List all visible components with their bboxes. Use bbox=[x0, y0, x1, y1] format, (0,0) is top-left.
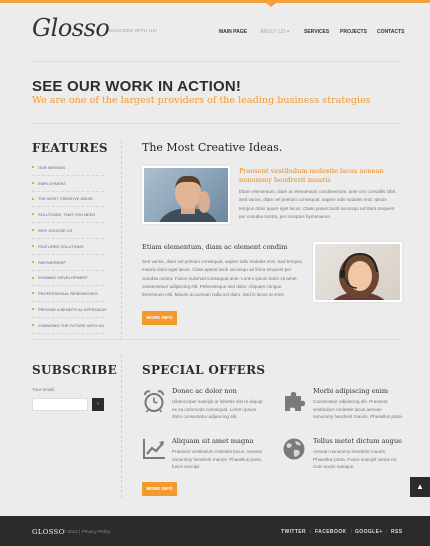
hero-divider bbox=[32, 123, 400, 124]
hero-title: SEE OUR WORK IN ACTION! bbox=[32, 78, 242, 95]
businessman-photo bbox=[142, 166, 230, 224]
nav-projects[interactable]: PROJECTS bbox=[340, 29, 367, 35]
footer-twitter-link[interactable]: TWITTER bbox=[281, 529, 306, 535]
features-item[interactable]: PROVIDE A BENEFIT AL APPROACH bbox=[32, 302, 106, 318]
footer-separator: | bbox=[351, 529, 353, 535]
footer-copyright[interactable]: © 2012 | Privacy Policy bbox=[63, 529, 110, 534]
features-item[interactable]: SOLUTIONS, THAT YOU NEED bbox=[32, 207, 104, 224]
offer-title: Aliquam sit amet magna bbox=[172, 437, 254, 445]
column-divider-lower bbox=[121, 355, 122, 498]
email-field[interactable] bbox=[32, 398, 88, 411]
features-item[interactable]: OUR MISSION bbox=[32, 160, 104, 176]
puzzle-icon bbox=[282, 389, 306, 413]
features-item[interactable]: THE MOST CREATIVE IDEAS bbox=[32, 192, 104, 208]
creative-title: The Most Creative Ideas. bbox=[142, 141, 283, 154]
site-slogan: SUCCEED WITH US! bbox=[109, 28, 158, 33]
footer-separator: | bbox=[310, 529, 312, 535]
offer-text: Aenean nonummy hendrerit mauris. Phasell… bbox=[313, 449, 398, 469]
offers-more-info-button[interactable]: MORE INFO bbox=[142, 482, 177, 496]
offer-title: Morbi adipiscing enim bbox=[313, 387, 389, 395]
offers-title: SPECIAL OFFERS bbox=[142, 363, 266, 377]
creative-text-2: Sed varius, diam vel pretium consequat, … bbox=[142, 259, 302, 298]
globe-icon bbox=[282, 437, 306, 461]
subscribe-submit-button[interactable]: › bbox=[92, 398, 104, 411]
creative-more-info-button[interactable]: MORE INFO bbox=[142, 311, 177, 325]
site-logo[interactable]: Glosso bbox=[32, 14, 110, 42]
features-list: OUR MISSION EMPLOYMENT THE MOST CREATIVE… bbox=[32, 160, 106, 334]
footer-rss-link[interactable]: RSS bbox=[391, 529, 402, 535]
offer-title: Donec ac dolor non bbox=[172, 387, 237, 395]
features-item[interactable]: EMPLOYMENT bbox=[32, 176, 104, 192]
nav-main-page[interactable]: MAIN PAGE bbox=[219, 29, 247, 35]
features-item[interactable]: DYNAMIC DEVELOPMENT bbox=[32, 271, 104, 287]
features-item[interactable]: WHY CHOOSE US bbox=[32, 223, 104, 239]
email-label: Your email: bbox=[32, 387, 55, 392]
active-nav-notch bbox=[266, 3, 276, 7]
alarm-clock-icon bbox=[142, 389, 166, 413]
creative-text-1: Etiam elementum, diam ac elementum condi… bbox=[239, 189, 397, 219]
offer-title: Tellus metet dictum augue bbox=[313, 437, 402, 445]
footer-separator: | bbox=[386, 529, 388, 535]
offer-text: Consectetur adipiscing elit. Praesent ve… bbox=[313, 399, 402, 419]
creative-lead-2: Etiam elementum, diam ac element condim bbox=[142, 243, 288, 251]
footer-logo[interactable]: GLOSSO bbox=[32, 528, 65, 536]
scroll-to-top-button[interactable]: ▲ bbox=[410, 477, 430, 497]
footer-facebook-link[interactable]: FACEBOOK bbox=[315, 529, 347, 535]
features-item[interactable]: PROFESSIONAL RESEARCHES bbox=[32, 286, 104, 303]
features-item[interactable]: PARTNERSHIP bbox=[32, 255, 104, 271]
hero-subtitle: We are one of the largest providers of t… bbox=[32, 95, 371, 106]
features-item[interactable]: FEATURED SOLUTIONS bbox=[32, 239, 104, 255]
creative-lead-1: Praesent vestibulum molestie lacus aenea… bbox=[239, 167, 384, 184]
offer-text: Ullamcorper suscipit at lobortis nisl ut… bbox=[172, 399, 263, 419]
middle-divider bbox=[32, 339, 400, 340]
nav-contacts[interactable]: CONTACTS bbox=[377, 29, 404, 35]
support-operator-photo bbox=[313, 242, 402, 302]
features-title: FEATURES bbox=[32, 141, 108, 155]
column-divider bbox=[121, 141, 122, 339]
footer-google-link[interactable]: GOOGLE+ bbox=[355, 529, 383, 535]
header-divider bbox=[32, 61, 400, 62]
chart-icon bbox=[142, 437, 166, 461]
offer-text: Praesent vestibulum molestie lacus. Aene… bbox=[172, 449, 263, 469]
nav-about-us[interactable]: ABOUT US ▾ bbox=[260, 29, 289, 35]
top-accent-bar bbox=[0, 0, 430, 3]
nav-services[interactable]: SERVICES bbox=[304, 29, 329, 35]
subscribe-title: SUBSCRIBE bbox=[32, 363, 118, 377]
features-item[interactable]: CHANGING THE FUTURE WITH US bbox=[32, 318, 104, 334]
